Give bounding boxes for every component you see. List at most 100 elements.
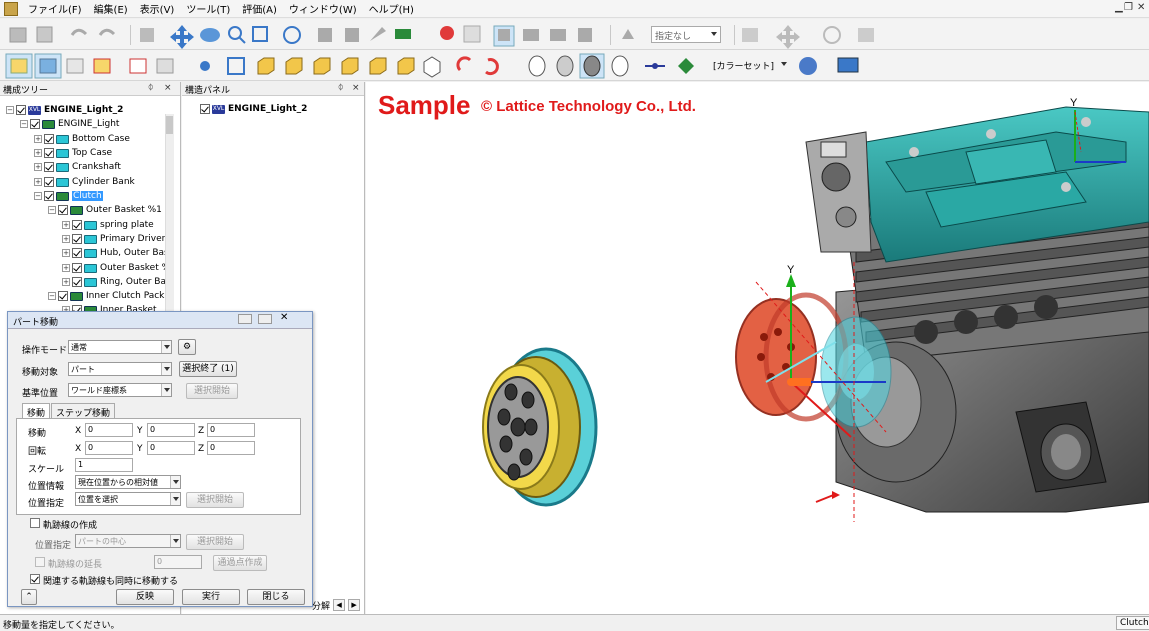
trajectory-extend-input[interactable]: 0 [154, 555, 202, 569]
expand-toggle-icon[interactable]: + [62, 235, 70, 243]
menu-window[interactable]: ウィンドウ(W) [283, 1, 363, 16]
trajectory-create-checkbox[interactable] [30, 518, 40, 528]
panel-close-icon[interactable]: × [164, 83, 172, 93]
collapse-icon[interactable]: ⌃ [21, 589, 37, 605]
tab-move[interactable]: 移動 [22, 403, 51, 419]
tree-item-checkbox[interactable] [44, 177, 54, 187]
3d-viewport[interactable]: Sample © Lattice Technology Co., Ltd. Y … [366, 82, 1149, 614]
menu-file[interactable]: ファイル(F) [22, 1, 88, 16]
tree-item-checkbox[interactable] [44, 162, 54, 172]
collapse-toggle-icon[interactable]: − [20, 120, 28, 128]
reflect-button[interactable]: 反映 [116, 589, 174, 605]
dialog-minimize-icon[interactable] [238, 314, 252, 324]
translate-x-input[interactable]: 0 [85, 423, 133, 437]
tree-item[interactable]: + Ring, Outer Bas [62, 275, 171, 289]
scroll-right-icon[interactable]: ▶ [348, 599, 361, 611]
tree-item-checkbox[interactable] [72, 234, 82, 244]
move-related-checkbox[interactable] [30, 574, 40, 584]
pin-icon[interactable]: ᛰ [338, 83, 343, 93]
tree-item-checkbox[interactable] [58, 291, 68, 301]
start-selection-button-3[interactable]: 選択開始 [186, 534, 244, 550]
tree-item[interactable]: − Inner Clutch Pack ( [48, 289, 171, 303]
operation-mode-settings-icon[interactable]: ⚙ [178, 339, 196, 355]
minimize-icon[interactable]: ▁ [1115, 2, 1123, 13]
tree-item-checkbox[interactable] [44, 191, 54, 201]
expand-toggle-icon[interactable]: + [62, 221, 70, 229]
start-selection-button[interactable]: 選択開始 [186, 383, 238, 399]
tree-item[interactable]: + Bottom Case [34, 132, 130, 146]
tree-scroll-thumb[interactable] [166, 116, 173, 134]
tree-item-checkbox[interactable] [72, 277, 82, 287]
tree-item-checkbox[interactable] [44, 134, 54, 144]
scroll-left-icon[interactable]: ◀ [333, 599, 346, 611]
tree-item-checkbox[interactable] [72, 220, 82, 230]
app-icon[interactable] [4, 1, 18, 16]
disassemble-tab[interactable]: 分解 [312, 599, 330, 612]
expand-toggle-icon[interactable]: + [62, 278, 70, 286]
close-button[interactable]: 閉じる [247, 589, 305, 605]
execute-button[interactable]: 実行 [182, 589, 240, 605]
tree-item[interactable]: − Clutch [34, 189, 103, 203]
tree-scrollbar[interactable] [165, 114, 174, 314]
selection-mode-dropdown[interactable]: 指定なし [651, 26, 721, 43]
translate-y-input[interactable]: 0 [147, 423, 195, 437]
tree-item-checkbox[interactable] [72, 248, 82, 258]
menu-evaluate[interactable]: 評価(A) [236, 1, 283, 16]
collapse-toggle-icon[interactable]: − [34, 192, 42, 200]
tree-item[interactable]: + Primary Driven [62, 232, 167, 246]
start-selection-button-2[interactable]: 選択開始 [186, 492, 244, 508]
tree-item[interactable]: − Outer Basket %1 [48, 203, 162, 217]
tree-item-checkbox[interactable] [44, 148, 54, 158]
rotate-x-input[interactable]: 0 [85, 441, 133, 455]
collapse-toggle-icon[interactable]: − [48, 206, 56, 214]
color-set-dropdown[interactable]: [カラーセット] [710, 57, 790, 74]
tree-item[interactable]: + Cylinder Bank [34, 175, 135, 189]
tree-item[interactable]: − ENGINE_Light [20, 117, 119, 131]
tab-step-move[interactable]: ステップ移動 [51, 403, 116, 419]
tree-item[interactable]: + Top Case [34, 146, 112, 160]
tree-item[interactable]: + Hub, Outer Bask [62, 246, 174, 260]
rotate-y-label: Y [137, 444, 143, 454]
position-spec-select[interactable]: 位置を選択 [75, 492, 181, 506]
scale-input[interactable]: 1 [75, 458, 133, 472]
expand-toggle-icon[interactable]: + [62, 249, 70, 257]
position-spec2-select[interactable]: パートの中心 [75, 534, 181, 548]
structure-root-row[interactable]: XVL ENGINE_Light_2 [200, 102, 307, 116]
dialog-close-icon[interactable]: ✕ [280, 312, 288, 323]
trajectory-extend-checkbox[interactable] [35, 557, 45, 567]
waypoint-create-button[interactable]: 通過点作成 [213, 555, 267, 571]
expand-toggle-icon[interactable]: + [34, 135, 42, 143]
tree-item[interactable]: + Outer Basket % [62, 261, 170, 275]
translate-z-input[interactable]: 0 [207, 423, 255, 437]
tree-item-checkbox[interactable] [30, 119, 40, 129]
operation-mode-select[interactable]: 通常 [68, 340, 172, 354]
tree-item[interactable]: − XVL ENGINE_Light_2 [6, 103, 123, 117]
structure-root-checkbox[interactable] [200, 104, 210, 114]
tree-item-checkbox[interactable] [58, 205, 68, 215]
panel-close-icon[interactable]: × [352, 83, 360, 93]
menu-help[interactable]: ヘルプ(H) [363, 1, 420, 16]
menu-view[interactable]: 表示(V) [134, 1, 181, 16]
collapse-toggle-icon[interactable]: − [6, 106, 14, 114]
rotate-y-input[interactable]: 0 [147, 441, 195, 455]
expand-toggle-icon[interactable]: + [34, 163, 42, 171]
close-icon[interactable]: ✕ [1137, 2, 1145, 13]
expand-toggle-icon[interactable]: + [34, 149, 42, 157]
end-selection-button[interactable]: 選択終了 (1) [179, 361, 237, 377]
collapse-toggle-icon[interactable]: − [48, 292, 56, 300]
restore-icon[interactable]: ❐ [1124, 2, 1133, 13]
expand-toggle-icon[interactable]: + [62, 264, 70, 272]
menu-edit[interactable]: 編集(E) [88, 1, 134, 16]
dialog-maximize-icon[interactable] [258, 314, 272, 324]
tree-item-checkbox[interactable] [16, 105, 26, 115]
rotate-z-input[interactable]: 0 [207, 441, 255, 455]
menu-tools[interactable]: ツール(T) [180, 1, 236, 16]
base-position-select[interactable]: ワールド座標系 [68, 383, 172, 397]
pin-icon[interactable]: ᛰ [148, 83, 153, 93]
tree-item-checkbox[interactable] [72, 263, 82, 273]
move-target-select[interactable]: パート [68, 362, 172, 376]
tree-item[interactable]: + spring plate [62, 218, 154, 232]
tree-item[interactable]: + Crankshaft [34, 160, 121, 174]
expand-toggle-icon[interactable]: + [34, 178, 42, 186]
position-info-select[interactable]: 現在位置からの相対値 [75, 475, 181, 489]
